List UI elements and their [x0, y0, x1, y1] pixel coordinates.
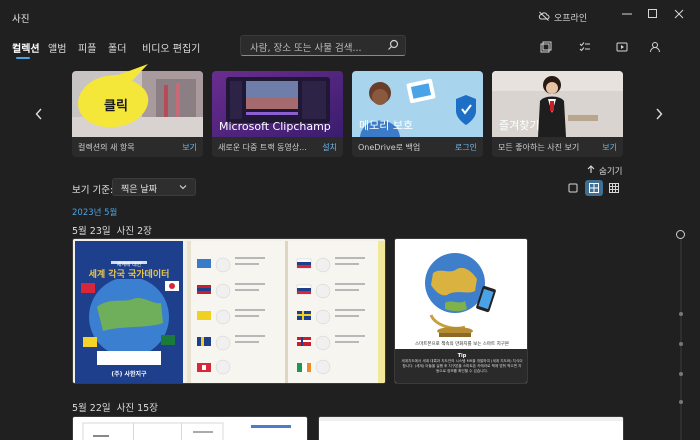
app-title: 사진 [12, 14, 30, 25]
photo-thumbnail[interactable]: 세계 각국 국가데이터 세계에 대한 (주) 사한지구 [72, 238, 386, 384]
scrollbar-marker[interactable] [679, 400, 683, 404]
grid-view-icon[interactable] [585, 180, 603, 196]
close-button[interactable] [666, 4, 692, 24]
nav-bar: 컬렉션 앨범 피플 폴더 비디오 편집기 사람, 장소 또는 사물 검색... [0, 34, 700, 62]
atlas-cover-title: 세계 각국 국가데이터 [89, 268, 170, 280]
card-description: 모든 좋아하는 사진 보기 [498, 143, 580, 152]
card-footer: 모든 좋아하는 사진 보기 보기 [492, 137, 623, 157]
card-footer: 컬렉션의 새 항목 보기 [72, 137, 203, 157]
day-header: 5월 22일 사진 15장 [72, 400, 158, 414]
card-image: 즐겨찾기 [492, 71, 623, 137]
carousel-card-memory-protect[interactable]: 메모리 보호 OneDrive로 백업 로그인 [352, 71, 483, 157]
scrollbar-thumb[interactable] [676, 230, 685, 239]
tab-video-editor[interactable]: 비디오 편집기 [142, 40, 200, 55]
scrollbar-marker[interactable] [679, 372, 683, 376]
offline-label: 오프라인 [554, 14, 588, 24]
search-box[interactable]: 사람, 장소 또는 사물 검색... [240, 35, 406, 56]
callout-text: 클릭 [104, 99, 128, 114]
photo-thumbnail[interactable] [318, 416, 624, 440]
carousel-next-button[interactable] [652, 104, 666, 124]
card-description: OneDrive로 백업 [358, 143, 421, 152]
tab-folders[interactable]: 폴더 [108, 40, 126, 55]
offline-status[interactable]: 오프라인 [538, 11, 587, 24]
collapse-button[interactable]: 숨기기 [587, 165, 622, 177]
active-tab-indicator [16, 57, 30, 59]
card-image-label: Microsoft Clipchamp [219, 120, 331, 133]
card-description: 컬렉션의 새 항목 [78, 143, 135, 152]
globe-body: 세계지도에서 세계 대륙과 지도안의 시스템 MR을 개발하여 (세계 지도와)… [401, 359, 523, 373]
sort-label: 보기 기준: [72, 185, 114, 196]
scrollbar-marker[interactable] [679, 342, 683, 346]
carousel-prev-button[interactable] [32, 104, 46, 124]
card-login-button[interactable]: 로그인 [455, 142, 477, 153]
day-count: 사진 15장 [116, 403, 158, 414]
day-date: 5월 22일 [72, 403, 111, 414]
month-header[interactable]: 2023년 5월 [72, 206, 117, 218]
cloud-off-icon [538, 11, 550, 24]
import-icon[interactable] [537, 38, 555, 56]
tab-people[interactable]: 피플 [78, 40, 96, 55]
photo-thumbnail[interactable]: 스마트폰으로 책속의 만화지를 보는 스마트 지구본 Tip 세계지도에서 세계… [394, 238, 528, 384]
atlas-publisher: (주) 사한지구 [111, 370, 147, 378]
sort-dropdown[interactable]: 찍은 날짜 [112, 178, 196, 196]
photo-thumbnail[interactable] [72, 416, 308, 440]
card-install-button[interactable]: 설치 [322, 142, 337, 153]
globe-caption: 스마트폰으로 책속의 만화지를 보는 스마트 지구본 [415, 340, 509, 347]
account-icon[interactable] [646, 38, 664, 56]
maximize-button[interactable] [640, 4, 666, 24]
slideshow-icon[interactable] [613, 38, 631, 56]
card-footer: 새로운 다중 트랙 동영상... 설치 [212, 137, 343, 157]
arrow-up-icon [587, 165, 595, 177]
tab-albums[interactable]: 앨범 [48, 40, 66, 55]
scrollbar-track[interactable] [680, 232, 682, 440]
day-header: 5월 23일 사진 2장 [72, 223, 152, 237]
atlas-cover-subtitle: 세계에 대한 [117, 261, 142, 268]
title-bar: 사진 오프라인 [0, 0, 700, 34]
card-image: Microsoft Clipchamp [212, 71, 343, 137]
search-icon[interactable] [387, 39, 399, 54]
select-icon[interactable] [576, 38, 594, 56]
day-count: 사진 2장 [116, 226, 152, 237]
sort-value: 찍은 날짜 [121, 185, 157, 195]
card-description: 새로운 다중 트랙 동영상... [218, 143, 307, 152]
scrollbar-marker[interactable] [679, 312, 683, 316]
collapse-label: 숨기기 [599, 167, 623, 177]
search-input[interactable]: 사람, 장소 또는 사물 검색... [250, 40, 362, 54]
minimize-button[interactable] [614, 4, 640, 24]
day-date: 5월 23일 [72, 226, 111, 237]
card-footer: OneDrive로 백업 로그인 [352, 137, 483, 157]
tab-collection[interactable]: 컬렉션 [12, 40, 40, 55]
carousel-card-clipchamp[interactable]: Microsoft Clipchamp 새로운 다중 트랙 동영상... 설치 [212, 71, 343, 157]
carousel-card-favorites[interactable]: 즐겨찾기 모든 좋아하는 사진 보기 보기 [492, 71, 623, 157]
single-view-icon[interactable] [564, 180, 582, 196]
dense-view-icon[interactable] [605, 180, 623, 196]
card-view-button[interactable]: 보기 [602, 142, 617, 153]
card-image: 메모리 보호 [352, 71, 483, 137]
card-image-label: 즐겨찾기 [499, 119, 540, 132]
card-image-label: 메모리 보호 [359, 119, 414, 132]
chevron-down-icon [179, 182, 187, 195]
card-view-button[interactable]: 보기 [182, 142, 197, 153]
